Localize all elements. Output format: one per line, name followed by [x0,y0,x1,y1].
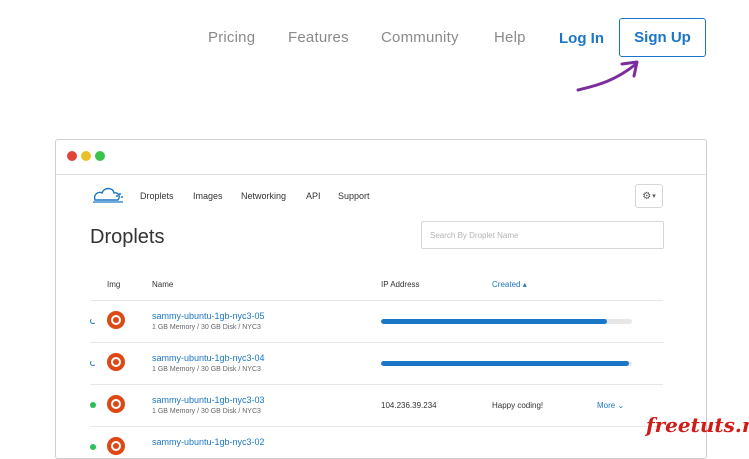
column-header-created[interactable]: Created ▴ [492,280,527,289]
settings-dropdown-button[interactable]: ⚙ ▾ [635,184,663,208]
app-nav-networking[interactable]: Networking [241,191,286,201]
table-row: sammy-ubuntu-1gb-nyc3-04 1 GB Memory / 3… [90,342,663,385]
minimize-dot-icon [81,151,91,161]
creation-progress [381,361,632,366]
progress-fill [381,319,607,324]
signup-button[interactable]: Sign Up [619,18,706,57]
ubuntu-icon [107,437,125,455]
sort-up-icon: ▴ [522,280,527,289]
droplet-name-link[interactable]: sammy-ubuntu-1gb-nyc3-03 [152,395,265,405]
created-label: Created [492,280,521,289]
ubuntu-icon [107,395,125,413]
ubuntu-icon [107,353,125,371]
gear-icon: ⚙ [642,190,652,202]
active-status-icon [90,444,96,450]
app-nav-droplets[interactable]: Droplets [140,191,174,201]
app-nav-images[interactable]: Images [193,191,223,201]
droplet-search-input[interactable] [421,221,664,249]
table-row: sammy-ubuntu-1gb-nyc3-05 1 GB Memory / 3… [90,300,663,343]
login-link[interactable]: Log In [559,30,604,47]
watermark-logo: freetuts.net [646,413,749,437]
page-title: Droplets [90,226,165,248]
spinner-icon [90,360,96,366]
table-row: sammy-ubuntu-1gb-nyc3-02 [90,426,663,458]
table-row: sammy-ubuntu-1gb-nyc3-03 1 GB Memory / 3… [90,384,663,427]
droplet-ip: 104.236.39.234 [381,401,437,410]
annotation-arrow-icon [576,60,639,92]
column-header-name: Name [152,280,174,289]
spinner-icon [90,318,96,324]
maximize-dot-icon [95,151,105,161]
droplet-name-link[interactable]: sammy-ubuntu-1gb-nyc3-05 [152,311,265,321]
column-header-img: Img [107,280,121,289]
creation-progress [381,319,632,324]
browser-window: Droplets Images Networking API Support ⚙… [55,139,707,459]
droplet-meta: 1 GB Memory / 30 GB Disk / NYC3 [152,324,261,331]
nav-help[interactable]: Help [494,29,526,46]
nav-features[interactable]: Features [288,29,349,46]
progress-fill [381,361,630,366]
nav-community[interactable]: Community [381,29,459,46]
chevron-down-icon: ▾ [652,193,656,200]
more-label: More [597,401,616,410]
active-status-icon [90,402,96,408]
droplet-created: Happy coding! [492,401,544,410]
ubuntu-icon [107,311,125,329]
browser-titlebar [56,140,706,175]
cloud-logo-icon [93,187,123,203]
close-dot-icon [67,151,77,161]
droplet-name-link[interactable]: sammy-ubuntu-1gb-nyc3-02 [152,437,265,447]
app-nav-support[interactable]: Support [338,191,370,201]
column-header-ip: IP Address [381,280,420,289]
chevron-down-icon: ⌄ [617,401,625,410]
droplet-meta: 1 GB Memory / 30 GB Disk / NYC3 [152,408,261,415]
nav-pricing[interactable]: Pricing [208,29,255,46]
droplet-name-link[interactable]: sammy-ubuntu-1gb-nyc3-04 [152,353,265,363]
droplet-meta: 1 GB Memory / 30 GB Disk / NYC3 [152,366,261,373]
app-nav-api[interactable]: API [306,191,321,201]
more-dropdown[interactable]: More ⌄ [597,401,624,410]
